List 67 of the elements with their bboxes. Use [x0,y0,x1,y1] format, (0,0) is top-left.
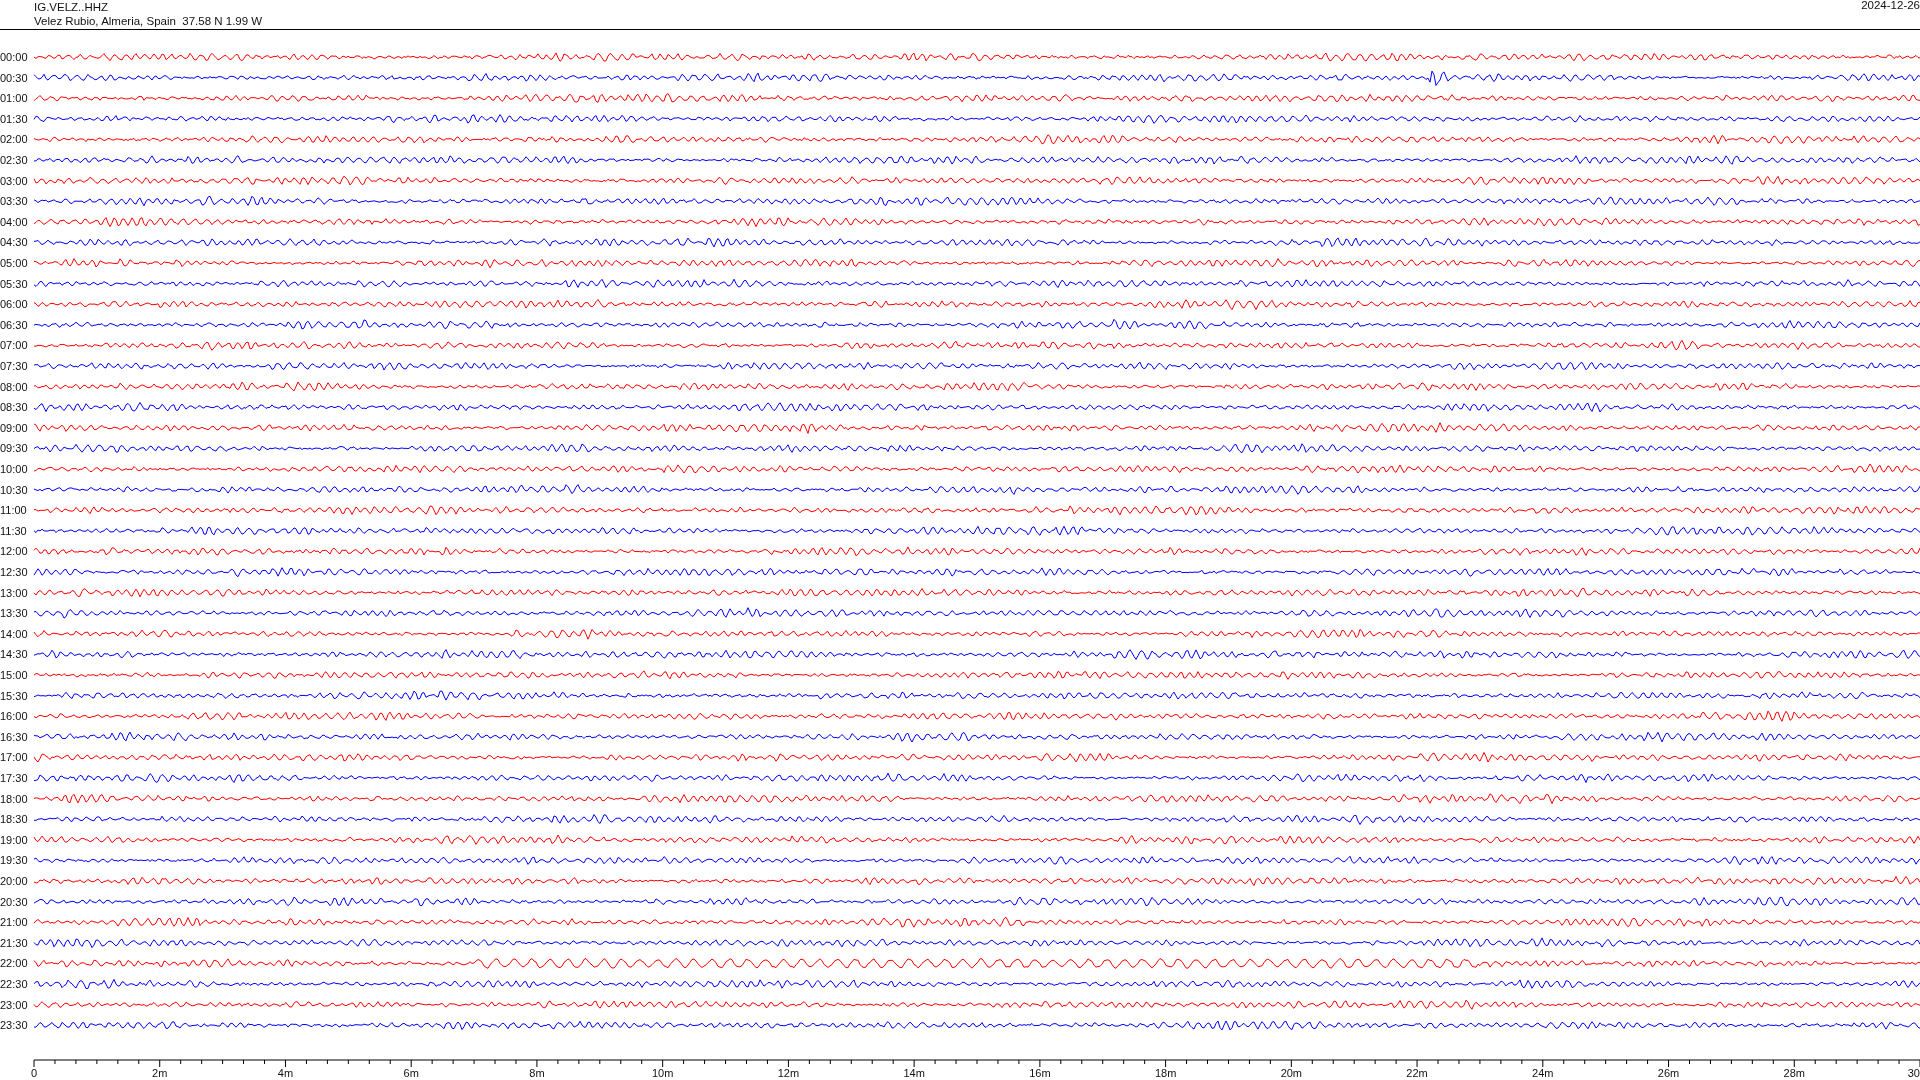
time-label: 21:00 [0,916,28,929]
time-label: 22:30 [0,978,28,990]
time-label: 16:00 [0,710,28,723]
axis-tick-label: 8m [529,1067,545,1079]
time-label: 18:30 [0,813,28,826]
time-label: 05:30 [0,277,28,290]
axis-tick-label: 16m [1029,1067,1051,1079]
time-label: 12:00 [0,545,28,558]
time-label: 14:00 [0,627,28,640]
axis-tick-label: 30 [1907,1067,1920,1079]
time-label: 20:30 [0,895,28,908]
time-label: 09:30 [0,442,28,455]
time-label: 11:00 [0,504,27,517]
time-label: 13:30 [0,607,28,620]
time-label: 17:30 [0,772,28,784]
time-label: 13:00 [0,586,28,599]
time-label: 00:00 [0,51,28,63]
time-label: 12:30 [0,566,28,578]
axis-tick-label: 26m [1657,1067,1680,1079]
time-label: 02:30 [0,154,28,166]
time-label: 08:30 [0,401,28,414]
time-label: 04:30 [0,236,28,249]
time-label: 15:00 [0,669,28,681]
axis-tick-label: 12m [777,1067,800,1079]
axis-tick-label: 2m [152,1067,168,1079]
axis-tick-label: 22m [1406,1067,1428,1079]
time-label: 15:30 [0,689,28,702]
time-label: 04:00 [0,215,28,228]
time-label: 23:00 [0,998,28,1011]
time-label: 03:30 [0,195,28,208]
station-location: Velez Rubio, Almeria, Spain 37.58 N 1.99 W [34,14,263,28]
time-label: 11:30 [0,524,27,537]
time-label: 10:00 [0,463,28,475]
axis-tick-label: 20m [1280,1067,1303,1079]
time-label: 03:00 [0,174,28,187]
axis-tick-label: 18m [1154,1067,1177,1079]
time-label: 19:30 [0,854,28,867]
time-label: 08:00 [0,380,28,393]
time-label: 05:00 [0,257,28,269]
time-label: 01:00 [0,92,28,105]
axis-tick-label: 6m [403,1067,419,1079]
time-label: 23:30 [0,1019,28,1032]
time-label: 01:30 [0,112,28,125]
axis-tick-label: 0 [31,1067,38,1079]
time-label: 06:30 [0,318,28,331]
time-label: 06:00 [0,298,28,311]
time-label: 16:30 [0,730,28,743]
time-label: 19:00 [0,833,28,846]
time-label: 02:00 [0,133,28,146]
time-label: 17:00 [0,751,28,764]
axis-tick-label: 10m [651,1067,674,1079]
time-label: 18:00 [0,792,28,805]
time-label: 10:30 [0,483,28,496]
axis-tick-label: 24m [1532,1067,1554,1079]
time-label: 14:30 [0,648,28,661]
time-label: 21:30 [0,936,28,949]
axis-tick-label: 4m [277,1067,294,1079]
axis-tick-label: 28m [1783,1067,1805,1079]
time-label: 20:00 [0,875,28,887]
time-label: 00:30 [0,71,28,84]
station-code: IG.VELZ..HHZ [34,0,110,14]
axis-tick-label: 14m [903,1067,925,1079]
date-label: 2024-12-26 [1861,0,1920,13]
time-label: 09:00 [0,421,28,434]
time-label: 07:30 [0,360,28,372]
time-label: 22:00 [0,957,28,970]
time-label: 07:00 [0,339,28,352]
